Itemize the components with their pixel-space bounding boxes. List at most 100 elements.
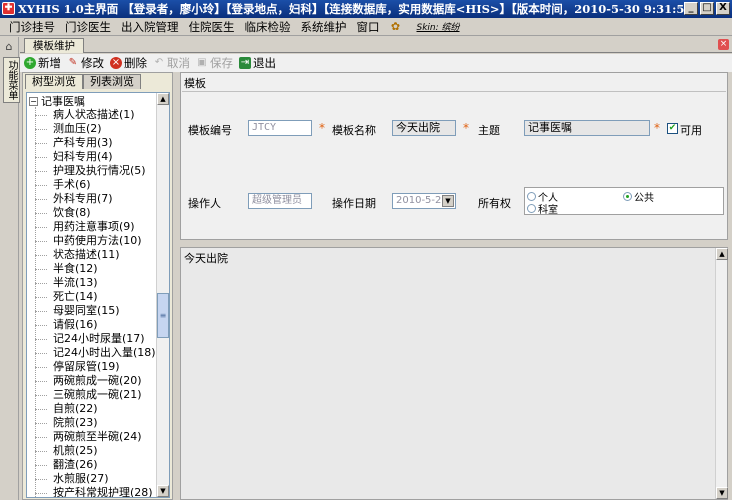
app-icon: ✚ — [2, 2, 15, 15]
exit-label: 退出 — [253, 56, 276, 70]
document-tab-row: 模板维护 × — [20, 37, 732, 53]
available-checkbox[interactable]: ✔ — [667, 123, 678, 134]
function-menu-strip: ⌂ 功能菜单 — [0, 37, 20, 500]
home-icon[interactable]: ⌂ — [2, 40, 16, 54]
operation-date-field[interactable]: 2010-5-22 ▼ — [392, 193, 456, 209]
tree-item[interactable]: 机煎(25) — [35, 444, 156, 458]
template-name-label: 模板名称 — [332, 124, 376, 137]
template-content-area[interactable]: 今天出院 ▲ ▼ — [180, 247, 728, 500]
tree-item[interactable]: 妇科专用(4) — [35, 150, 156, 164]
menu-inpatient-doctor[interactable]: 住院医生 — [184, 19, 240, 35]
tree-item[interactable]: 自煎(22) — [35, 402, 156, 416]
tree-item[interactable]: 水煎服(27) — [35, 472, 156, 486]
tree-item[interactable]: 三碗煎成一碗(21) — [35, 388, 156, 402]
tree-item[interactable]: 手术(6) — [35, 178, 156, 192]
content-scrollbar[interactable]: ▲ ▼ — [715, 248, 728, 499]
tree-item[interactable]: 翻渣(26) — [35, 458, 156, 472]
tree-item[interactable]: 停留尿管(19) — [35, 360, 156, 374]
required-star: * — [463, 121, 469, 135]
menu-outpatient-doctor[interactable]: 门诊医生 — [60, 19, 116, 35]
add-label: 新增 — [38, 56, 61, 70]
exit-icon: ⇥ — [239, 57, 251, 69]
save-button[interactable]: ▣ 保存 — [196, 55, 233, 71]
skin-icon[interactable]: ✿ — [389, 20, 403, 34]
save-icon: ▣ — [197, 57, 207, 68]
radio-public-dot — [623, 192, 632, 201]
edit-button[interactable]: ✎ 修改 — [67, 55, 104, 71]
collapse-icon[interactable]: − — [29, 96, 38, 106]
tab-template-maintenance[interactable]: 模板维护 — [24, 38, 84, 53]
tree-item[interactable]: 测血压(2) — [35, 122, 156, 136]
cancel-icon: ↶ — [154, 57, 164, 68]
add-button[interactable]: + 新增 — [24, 55, 61, 71]
radio-public[interactable]: 公共 — [623, 189, 654, 204]
tree-item[interactable]: 死亡(14) — [35, 290, 156, 304]
template-content-text: 今天出院 — [184, 252, 228, 265]
operation-date-label: 操作日期 — [332, 197, 376, 210]
tree-root-node[interactable]: − 记事医嘱 — [29, 94, 85, 108]
tree-item[interactable]: 记24小时出入量(18) — [35, 346, 156, 360]
maximize-button[interactable]: □ — [700, 2, 714, 15]
edit-label: 修改 — [81, 56, 104, 70]
tree-item[interactable]: 请假(16) — [35, 318, 156, 332]
tree-item[interactable]: 院煎(23) — [35, 416, 156, 430]
menu-outpatient-registration[interactable]: 门诊挂号 — [4, 19, 60, 35]
radio-department[interactable]: 科室 — [527, 201, 558, 216]
tree-item[interactable]: 母婴同室(15) — [35, 304, 156, 318]
tree-item[interactable]: 两碗煎至半碗(24) — [35, 430, 156, 444]
close-tab-icon[interactable]: × — [718, 39, 729, 50]
tree-item[interactable]: 外科专用(7) — [35, 192, 156, 206]
template-code-field[interactable]: JTCY — [248, 120, 312, 136]
subject-label: 主题 — [478, 124, 500, 137]
scroll-thumb[interactable]: ≡ — [157, 293, 169, 338]
delete-button[interactable]: × 删除 — [110, 55, 147, 71]
tree-item[interactable]: 中药使用方法(10) — [35, 234, 156, 248]
form-body: 模板编号 JTCY * 模板名称 今天出院 * 主题 记事医嘱 * ✔ 可用 操… — [182, 91, 726, 238]
minimize-button[interactable]: _ — [684, 2, 698, 15]
cancel-button[interactable]: ↶ 取消 — [153, 55, 190, 71]
tree-item[interactable]: 病人状态描述(1) — [35, 108, 156, 122]
scroll-up-icon[interactable]: ▲ — [716, 248, 728, 260]
menu-clinical-lab[interactable]: 临床检验 — [240, 19, 296, 35]
radio-department-dot — [527, 204, 536, 213]
date-dropdown-icon[interactable]: ▼ — [442, 195, 454, 207]
tree-item[interactable]: 产科专用(3) — [35, 136, 156, 150]
tree-item[interactable]: 饮食(8) — [35, 206, 156, 220]
subject-field[interactable]: 记事医嘱 — [524, 120, 650, 136]
tab-tree-view[interactable]: 树型浏览 — [25, 74, 83, 89]
tree-item[interactable]: 护理及执行情况(5) — [35, 164, 156, 178]
scroll-up-icon[interactable]: ▲ — [157, 93, 169, 105]
tree-panel: 树型浏览 列表浏览 − 记事医嘱 病人状态描述(1) 测血压(2) 产科专用(3) 妇… — [22, 72, 173, 500]
delete-label: 删除 — [124, 56, 147, 70]
scroll-down-icon[interactable]: ▼ — [157, 485, 169, 497]
skin-label[interactable]: Skin: 缤纷 — [417, 20, 460, 33]
menu-admission-management[interactable]: 出入院管理 — [116, 19, 184, 35]
delete-icon: × — [110, 57, 122, 69]
tree-item[interactable]: 半流(13) — [35, 276, 156, 290]
title-bar: ✚ XYHIS 1.0主界面 【登录者，廖小玲】【登录地点，妇科】【连接数据库，… — [0, 0, 732, 18]
close-button[interactable]: X — [716, 2, 730, 15]
menu-system-maintenance[interactable]: 系统维护 — [296, 19, 352, 35]
required-star: * — [654, 121, 660, 135]
radio-personal-dot — [527, 192, 536, 201]
add-icon: + — [24, 57, 36, 69]
scroll-down-icon[interactable]: ▼ — [716, 487, 728, 499]
tab-list-view[interactable]: 列表浏览 — [83, 74, 141, 89]
function-menu-label[interactable]: 功能菜单 — [3, 57, 20, 103]
tree-item[interactable]: 按产科常规护理(28) — [35, 486, 156, 497]
menu-window[interactable]: 窗口 — [352, 19, 385, 35]
form-title: 模板 — [184, 77, 206, 90]
tree-item[interactable]: 状态描述(11) — [35, 248, 156, 262]
tree-item[interactable]: 用药注意事项(9) — [35, 220, 156, 234]
tree-root-label: 记事医嘱 — [41, 95, 85, 108]
template-name-field[interactable]: 今天出院 — [392, 120, 456, 136]
operator-field[interactable]: 超级管理员 — [248, 193, 312, 209]
exit-button[interactable]: ⇥ 退出 — [239, 55, 276, 71]
tree-scrollbar[interactable]: ▲ ≡ ▼ — [156, 93, 169, 497]
toolbar: + 新增 ✎ 修改 × 删除 ↶ 取消 ▣ 保存 ⇥ 退出 — [20, 54, 732, 72]
tree-item[interactable]: 记24小时尿量(17) — [35, 332, 156, 346]
window-controls: _ □ X — [684, 2, 730, 15]
tree-item[interactable]: 两碗煎成一碗(20) — [35, 374, 156, 388]
tree-item[interactable]: 半食(12) — [35, 262, 156, 276]
template-tree: − 记事医嘱 病人状态描述(1) 测血压(2) 产科专用(3) 妇科专用(4) 护理及执… — [26, 92, 170, 498]
